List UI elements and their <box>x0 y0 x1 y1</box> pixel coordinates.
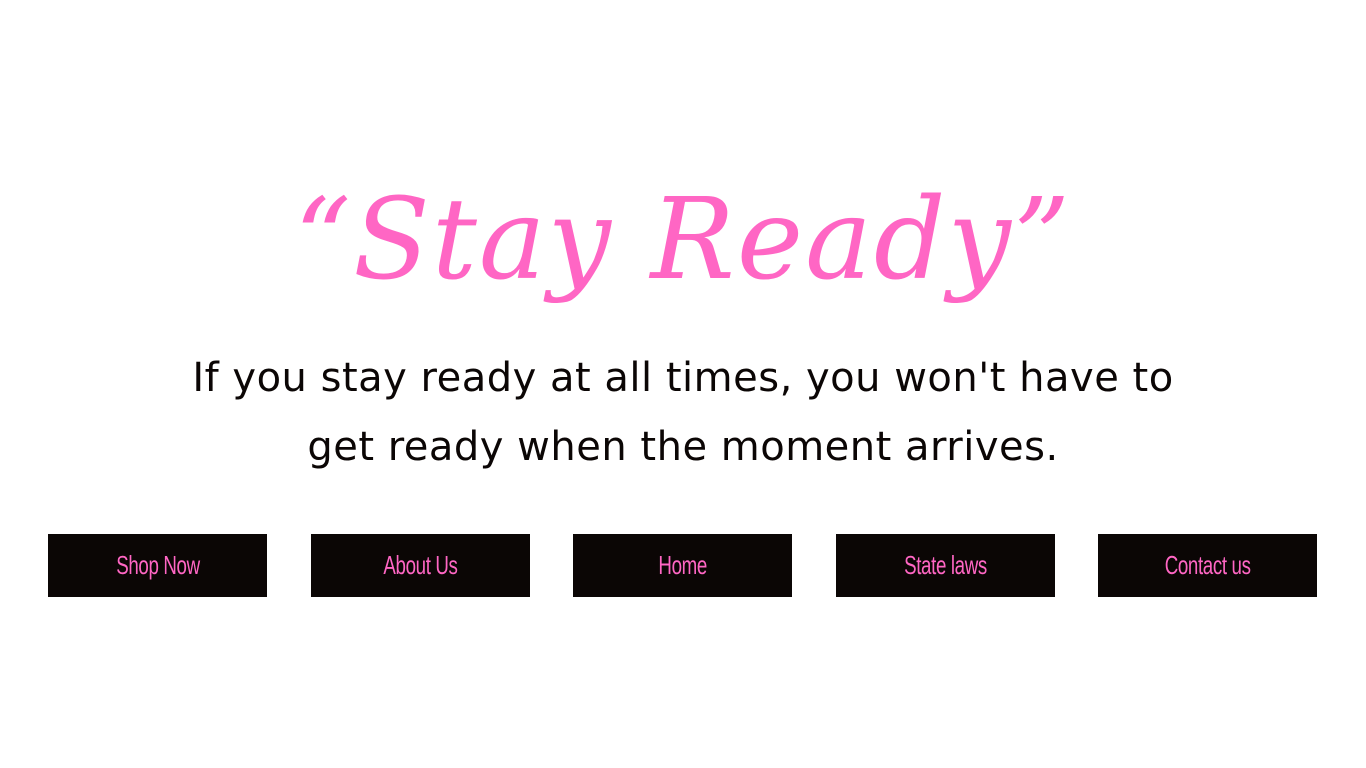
state-laws-button[interactable]: State laws <box>836 534 1055 597</box>
shop-now-button-label: Shop Now <box>115 550 200 580</box>
hero-title: “Stay Ready” <box>293 175 1073 305</box>
contact-us-button-label: Contact us <box>1164 550 1251 580</box>
hero-quote-line-2: get ready when the moment arrives. <box>307 424 1059 470</box>
about-us-button[interactable]: About Us <box>311 534 530 597</box>
hero-quote: If you stay ready at all times, you won'… <box>183 344 1183 482</box>
about-us-button-label: About Us <box>383 550 458 580</box>
hero-quote-line-1: If you stay ready at all times, you won'… <box>192 355 1174 401</box>
home-button[interactable]: Home <box>573 534 792 597</box>
state-laws-button-label: State laws <box>904 550 987 580</box>
shop-now-button[interactable]: Shop Now <box>48 534 267 597</box>
home-button-label: Home <box>658 550 707 580</box>
nav-button-row: Shop Now About Us Home State laws Contac… <box>48 534 1318 597</box>
contact-us-button[interactable]: Contact us <box>1098 534 1317 597</box>
